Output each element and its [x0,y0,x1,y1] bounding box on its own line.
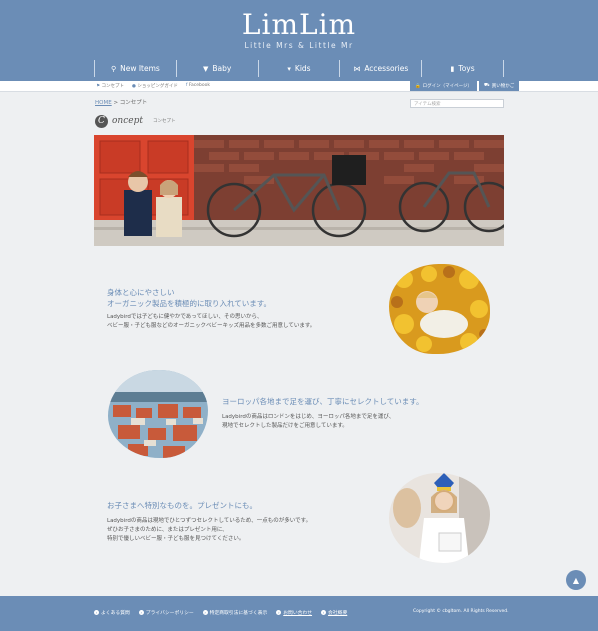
utility-link-concept[interactable]: ⚑ コンセプト [96,83,124,89]
shirt-icon: ▾ [287,64,291,73]
lock-icon: 🔒 [415,83,421,89]
utility-link-facebook[interactable]: f Facebook [186,83,210,89]
section-3-title: お子さまへ特別なものを。プレゼントにも。 [107,501,257,510]
nav-item-label: Baby [212,64,232,73]
chevron-right-icon: › [94,610,99,615]
section-2-title: ヨーロッパ各地まで足を運び、丁寧にセレクトしています。 [222,397,424,406]
site-logo[interactable]: LimLim [0,10,598,40]
footer-link-legal[interactable]: › 特定商取引法に基づく表示 [202,609,267,616]
breadcrumb-current: コンセプト [119,100,148,106]
nav-item-toys[interactable]: ▮ Toys [421,60,504,77]
site-logo-subtitle: Little Mrs & Little Mr [244,41,354,50]
section-1-body: Ladybirdでは子どもに健やかであってほしい、その思いから、 ベビー服・子ど… [107,314,316,329]
nav-item-label: Kids [294,64,311,73]
cart-button[interactable]: ⛟ 買い物かご [479,81,520,91]
breadcrumb: HOME > コンセプト [95,98,147,106]
page-title-initial: C [95,114,108,128]
utility-links: ⚑ コンセプト ● ショッピングガイド f Facebook [96,83,210,89]
chevron-right-icon: › [138,610,144,615]
nav-item-new-items[interactable]: ⚲ New Items [94,60,176,77]
chevron-up-icon: ▲ [572,575,580,585]
section-2-body: Ladybirdの商品はロンドンをはじめ、ヨーロッパ各地まで足を運び、 現地でセ… [222,414,395,429]
section-3-image [389,473,490,563]
breadcrumb-home-link[interactable]: HOME [95,100,112,106]
back-to-top-button[interactable]: ▲ [566,570,586,590]
footer-link-contact[interactable]: › お問い合わせ [276,609,312,616]
search-input[interactable]: アイテム検索 [410,99,504,108]
site-footer: › よくある質問 › プライバシーポリシー › 特定商取引法に基づく表示 › お問い合わ… [0,596,598,631]
chevron-right-icon: › [321,610,327,615]
section-1-title: 身体と心にやさしい オーガニック製品を積極的に取り入れています。 [107,288,272,308]
page-title-jp: コンセプト [152,119,176,124]
account-buttons: 🔒 ログイン（マイページ） ⛟ 買い物かご [408,81,520,91]
pin-icon: ⚲ [110,64,117,73]
cart-icon: ⛟ [484,83,490,88]
page-title-word: oncept [112,116,143,126]
footer-link-privacy[interactable]: › プライバシーポリシー [138,609,194,616]
section-1-image [389,264,490,354]
nav-item-label: Toys [458,64,475,73]
utility-link-guide[interactable]: ● ショッピングガイド [132,83,178,89]
copyright: Copyright © cbgltom. All Rights Reserved… [413,609,509,614]
baby-icon: ▼ [203,64,209,73]
site-header: LimLim Little Mrs & Little Mr ⚲ New Item… [0,0,598,81]
section-2-image [108,370,208,458]
section-3-body: Ladybirdの商品は現地でひとつずつセレクトしているため、一点ものが多いです… [107,518,312,542]
nav-item-accessories[interactable]: ⋈ Accessories [339,60,421,77]
footer-link-faq[interactable]: › よくある質問 [94,609,130,616]
breadcrumb-separator: > [113,100,119,106]
nav-item-label: Accessories [364,64,409,73]
chevron-right-icon: › [276,610,282,615]
nav-item-label: New Items [120,64,160,73]
main-nav: ⚲ New Items ▼ Baby ▾ Kids ⋈ Accessories … [94,60,504,77]
footer-link-company[interactable]: › 会社概要 [321,609,347,616]
chevron-right-icon: › [202,610,208,615]
nav-item-baby[interactable]: ▼ Baby [175,60,258,77]
footer-links: › よくある質問 › プライバシーポリシー › 特定商取引法に基づく表示 › お問い合わ… [94,609,347,616]
toy-icon: ▮ [450,64,455,73]
ribbon-icon: ⋈ [353,64,361,73]
nav-item-kids[interactable]: ▾ Kids [257,60,340,77]
login-button[interactable]: 🔒 ログイン（マイページ） [410,81,478,91]
page-title: C oncept コンセプト [95,113,175,129]
hero-image [94,135,504,246]
